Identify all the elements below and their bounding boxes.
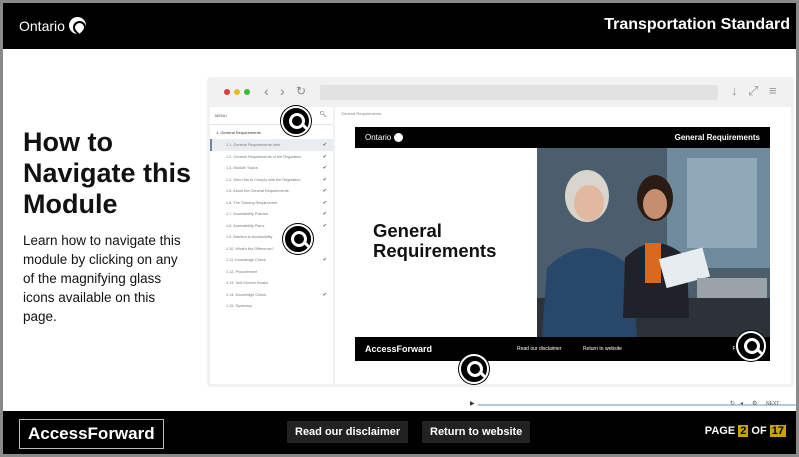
slide-preview: Ontario General Requirements General Req… [355,127,770,361]
sidebar-item-label: 1.10. What's the Difference? [226,246,274,251]
sidebar-section: 1. General Requirements [216,130,261,135]
download-icon: ↓ [731,83,738,98]
sidebar-item-label: 1.15. Summary [226,304,252,308]
sidebar-item[interactable]: 1.9. Barriers to Accessibility [210,231,333,243]
check-icon: ✔ [322,142,327,148]
slide-heading: General Requirements [373,220,497,261]
slide-return-link[interactable]: Return to website [583,346,622,352]
sidebar-item[interactable]: 1.12. Procurement [210,266,333,278]
sidebar-item-list: 1.1. General Requirements Intro ✔ 1.2. Gen… [210,139,333,312]
page-current: 2 [738,425,749,437]
page-prefix: PAGE [704,425,736,437]
sidebar-item-label: 1.14. Knowledge Check [226,292,267,297]
top-header: Ontario Transportation Standard [3,3,796,49]
page-indicator: PAGE 2 OF 17 [705,425,786,437]
progress-track[interactable] [478,404,796,406]
sidebar-item-label: 1.6. The Training Requirement [226,200,278,205]
sidebar-item-label: 1.5. About the General Requirements [226,189,289,193]
sidebar-item[interactable]: 1.8. Accessibility Plans ✔ [210,220,333,232]
sidebar-item[interactable]: 1.4. Who Has to Comply with the Regulati… [210,174,333,186]
slide-header: Ontario General Requirements [355,127,770,148]
close-dot-icon [224,89,230,95]
check-icon: ✔ [322,222,327,229]
browser-chrome: ‹ › ↻ ↓ ⤢ ≡ [207,77,794,107]
sidebar-item-label: 1.11. Knowledge Check [226,258,266,262]
sidebar-item[interactable]: 1.6. The Training Requirement ✔ [210,197,333,209]
sidebar-item-label: 1.9. Barriers to Accessibility [226,235,273,239]
footer-brand: AccessForward [19,419,164,449]
page-heading: How to Navigate this Module [23,127,192,219]
sidebar-item-label: 1.8. Accessibility Plans [226,223,265,228]
sidebar-item[interactable]: 1.14. Knowledge Check ✔ [210,289,333,301]
sidebar-item-label: 1.2. General Requirements of the Regulat… [226,154,302,159]
search-icon[interactable] [283,224,313,254]
replay-icon[interactable]: ↻ [730,400,735,407]
sidebar-item[interactable]: 1.15. Summary [210,300,333,312]
slide-logo-text: Ontario [365,133,392,142]
sidebar-search-icon: 🔍︎ [319,112,327,118]
url-bar [320,85,718,100]
play-icon[interactable]: ▶ [470,400,475,407]
sidebar-item[interactable]: 1.10. What's the Difference? [210,243,333,255]
page-total: 17 [769,425,786,437]
footer: AccessForward Read our disclaimer Return… [3,411,796,454]
sidebar-item[interactable]: 1.1. General Requirements Intro ✔ [210,139,333,151]
sidebar-item-label: 1.1. General Requirements Intro [226,143,281,147]
slide-logo: Ontario [365,133,404,142]
breadcrumb: General Requirements [341,111,382,116]
sidebar-item-label: 1.4. Who Has to Comply with the Regulati… [226,177,301,182]
sidebar-item-label: 1.12. Procurement [226,269,258,274]
sidebar-item[interactable]: 1.5. About the General Requirements ✔ [210,185,333,197]
search-icon[interactable] [736,331,766,361]
check-icon: ✔ [322,165,327,171]
content-pane: General Requirements Ontario General Req… [335,107,796,407]
search-icon[interactable] [459,354,489,384]
maximize-dot-icon [244,89,250,95]
check-icon: ✔ [322,291,327,298]
check-icon: ✔ [322,176,327,183]
sidebar-item[interactable]: 1.3. Module Topics ✔ [210,162,333,174]
ontario-logo[interactable]: Ontario [19,17,86,34]
return-button[interactable]: Return to website [422,421,531,443]
volume-icon[interactable]: ◂ [740,400,743,407]
people-photo [537,148,770,337]
check-icon: ✔ [322,153,327,160]
sidebar-item-label: 1.13. Self-Service Kiosks [226,281,269,285]
expand-icon: ⤢ [748,83,759,98]
slide-disclaimer-link[interactable]: Read our disclaimer [517,346,561,352]
slide-footer: AccessForward Read our disclaimer Return… [355,337,770,361]
back-icon: ‹ [264,83,269,99]
minimize-dot-icon [234,89,240,95]
next-button[interactable]: NEXT [766,401,779,407]
sidebar-item[interactable]: 1.11. Knowledge Check ✔ [210,254,333,266]
slide-brand: AccessForward [365,344,433,354]
ontario-trillium-icon [68,17,86,34]
sidebar-menu-label: MENU [215,113,227,118]
course-title: Transportation Standard [604,16,790,33]
slide-title: General Requirements [674,133,760,142]
module-page: Ontario Transportation Standard How to N… [3,3,796,454]
check-icon: ✔ [322,188,327,194]
check-icon: ✔ [322,257,327,263]
check-icon: ✔ [322,211,327,217]
sidebar-item-label: 1.3. Module Topics [226,166,258,170]
reload-icon: ↻ [296,84,307,98]
search-icon[interactable] [281,106,311,136]
check-icon: ✔ [322,199,327,206]
forward-icon: › [280,83,285,99]
settings-icon[interactable]: ⚙ [752,400,757,407]
people-photo-graphic [537,148,770,337]
module-sidebar: MENU 🔍︎ 1. General Requirements 1.1. Gen… [210,107,333,384]
sidebar-header: MENU 🔍︎ [210,107,333,125]
menu-icon: ≡ [769,83,777,98]
sidebar-item-label: 1.7. Accessibility Policies [226,212,268,216]
page-of: OF [751,425,767,437]
intro-text: Learn how to navigate this module by cli… [23,233,181,324]
ontario-trillium-icon [394,133,404,142]
ontario-logo-text: Ontario [19,17,65,34]
sidebar-item[interactable]: 1.7. Accessibility Policies ✔ [210,208,333,220]
sidebar-item[interactable]: 1.2. General Requirements of the Regulat… [210,151,333,163]
sidebar-item[interactable]: 1.13. Self-Service Kiosks [210,277,333,289]
disclaimer-button[interactable]: Read our disclaimer [287,421,409,443]
